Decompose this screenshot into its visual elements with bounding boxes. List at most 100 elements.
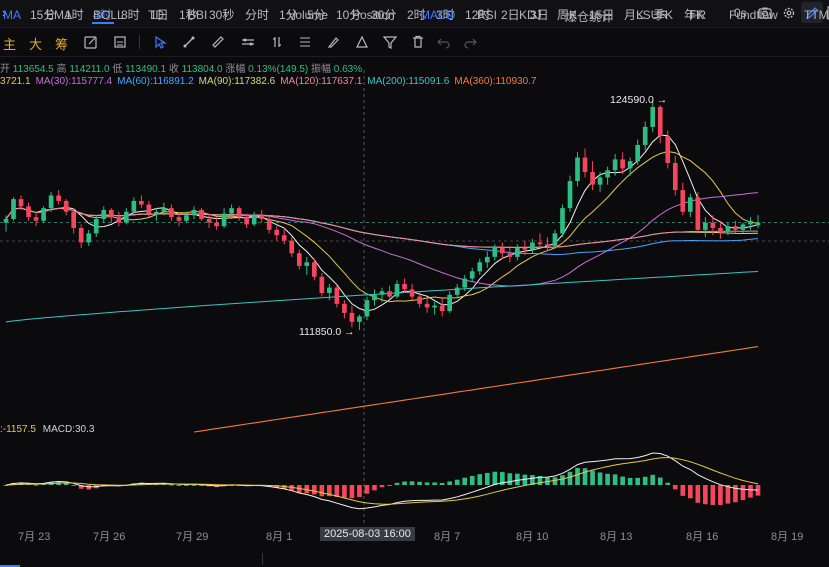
ma-line-30 [5, 192, 759, 287]
indicator-tab-3[interactable]: TD [148, 8, 164, 22]
macd-histogram-bar [417, 481, 422, 485]
trash-icon[interactable] [411, 35, 425, 49]
indicator-tab-4[interactable]: BBI [188, 8, 207, 22]
filter-icon[interactable] [383, 35, 397, 49]
triangle-icon[interactable] [355, 35, 369, 49]
macd-histogram-bar [552, 477, 558, 485]
undo-icon[interactable] [437, 35, 451, 49]
candle-body [93, 218, 99, 234]
indicator-tab-13[interactable]: FR [690, 8, 706, 22]
candle-body [515, 247, 520, 257]
candle-body [537, 242, 543, 245]
indicator-tab-15[interactable]: TTM [804, 8, 829, 22]
candle-body [718, 227, 723, 232]
channel-icon[interactable] [241, 35, 255, 49]
interval-7[interactable]: 分时 [245, 6, 269, 23]
candle-body [507, 253, 513, 257]
interval-15[interactable]: 2日 [501, 6, 520, 23]
candle-body [146, 204, 152, 214]
toolbar-separator [139, 35, 140, 49]
macd-dea-value: :-1157.5 [0, 424, 36, 435]
edit-square-icon[interactable] [84, 35, 98, 49]
macd-histogram-bar [605, 473, 610, 485]
indicator-tab-5[interactable]: › [224, 8, 228, 22]
indicator-tab-7[interactable]: Position [352, 8, 395, 22]
trendline-icon[interactable] [182, 35, 196, 49]
bracket-icon[interactable] [270, 35, 284, 49]
macd-histogram-bar [432, 482, 437, 485]
macd-histogram-bar [560, 475, 565, 485]
candle-body [492, 247, 498, 257]
gear-icon[interactable] [782, 6, 796, 20]
candle-body [154, 211, 159, 214]
macd-histogram-bar [469, 475, 475, 485]
candle-body [672, 163, 678, 191]
candle-body [221, 213, 227, 227]
low-annotation: 111850.0 → [299, 326, 355, 338]
toolbar-main[interactable]: 主 [3, 34, 16, 53]
candle-body [169, 208, 174, 218]
indicator-tab-0[interactable]: MA [3, 8, 21, 22]
macd-histogram-bar [620, 476, 625, 485]
candle-body [176, 217, 182, 221]
candle-body [620, 159, 625, 169]
macd-histogram-bar [612, 474, 618, 485]
indicator-tab-12[interactable]: LSUR [636, 8, 668, 22]
ruler-icon[interactable] [211, 35, 225, 49]
candle-body [650, 107, 656, 127]
fib-icon[interactable] [298, 35, 312, 49]
interval-6[interactable]: 30秒 [209, 6, 234, 23]
candle-body [131, 200, 137, 212]
macd-histogram-bar [507, 473, 513, 485]
indicator-tab-9[interactable]: RSI [477, 8, 497, 22]
candle-body [402, 283, 407, 290]
indicator-tab-8[interactable]: MACD [420, 8, 455, 22]
candle-body [545, 244, 550, 247]
indicator-tab-1[interactable]: EMA [46, 8, 72, 22]
candle-body [334, 287, 340, 304]
macd-histogram-bar [477, 474, 483, 485]
macd-histogram-bar [492, 471, 498, 485]
macd-histogram-bar [387, 485, 392, 486]
candle-body [394, 283, 400, 297]
candle-body [296, 253, 302, 266]
macd-histogram-bar [447, 481, 453, 485]
macd-histogram-bar [597, 472, 603, 485]
interval-active-underline [92, 22, 114, 24]
candle-body [259, 215, 265, 219]
macd-histogram-bar [372, 485, 377, 491]
candle-body [18, 199, 24, 207]
candle-body [582, 157, 588, 173]
candle-body [499, 247, 505, 254]
candle-body [3, 218, 9, 223]
macd-histogram-bar [424, 482, 430, 485]
macd-histogram-bar [319, 485, 325, 497]
x-tick-7: 8月 16 [686, 531, 719, 543]
candle-body [349, 312, 355, 322]
candle-body [304, 262, 310, 266]
indicator-tab-11[interactable]: 爆仓统计 [565, 8, 613, 25]
macd-histogram-bar [672, 485, 678, 490]
macd-histogram-bar [515, 473, 520, 485]
macd-histogram-bar [725, 485, 731, 504]
candle-body [703, 222, 708, 230]
candle-body [642, 126, 648, 145]
toolbar-chips[interactable]: 筹 [55, 34, 68, 53]
candle-body [575, 157, 580, 182]
indicator-tab-2[interactable]: BOLL [93, 8, 124, 22]
price-chart[interactable] [0, 70, 829, 525]
candle-body [590, 172, 595, 185]
indicator-tab-10[interactable]: KDJ [519, 8, 542, 22]
redo-icon[interactable] [463, 35, 477, 49]
macd-histogram-bar [635, 477, 641, 485]
candle-body [627, 161, 633, 169]
candle-body [11, 199, 16, 219]
cursor-select-icon[interactable] [153, 35, 167, 49]
toolbar-large[interactable]: 大 [29, 34, 42, 53]
candle-body [710, 222, 716, 228]
indicator-tab-6[interactable]: Volume [288, 8, 328, 22]
layers-icon[interactable] [113, 35, 127, 49]
brush-icon[interactable] [326, 35, 340, 49]
macd-histogram-bar [687, 485, 693, 499]
indicator-tab-14[interactable]: Fundflow [729, 8, 778, 22]
